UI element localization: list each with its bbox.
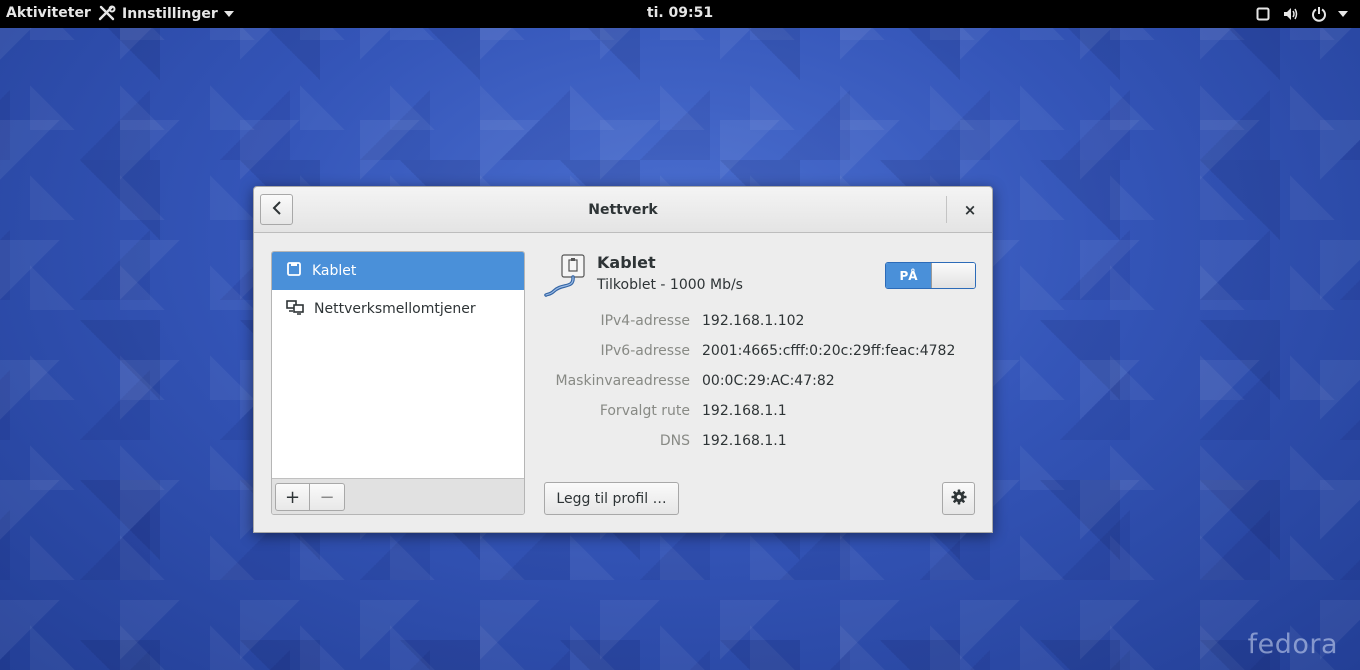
default-route-value: 192.168.1.1 [702, 403, 787, 419]
activities-button[interactable]: Aktiviteter [6, 5, 91, 21]
dns-label: DNS [659, 433, 690, 449]
sidebar-item-wired[interactable]: Kablet [272, 252, 524, 290]
window-icon [1254, 5, 1272, 23]
top-bar: Aktiviteter Innstillinger ti. 09:51 [0, 0, 1360, 28]
device-name: Kablet [597, 253, 656, 272]
tools-icon [98, 5, 116, 23]
list-toolbar: + − [272, 478, 524, 514]
network-window: Nettverk × Kablet Nettverksmellomtjener … [253, 186, 993, 533]
add-profile-button[interactable]: Legg til profil … [544, 482, 679, 515]
app-menu[interactable]: Innstillinger [98, 5, 234, 23]
sidebar-item-label: Nettverksmellomtjener [314, 301, 476, 317]
switch-on-label: PÅ [886, 263, 931, 288]
ipv4-label: IPv4-adresse [600, 313, 690, 329]
app-menu-label: Innstillinger [122, 6, 218, 22]
volume-icon [1282, 5, 1300, 23]
status-menu[interactable] [1254, 5, 1348, 23]
wired-icon [286, 261, 302, 281]
default-route-label: Forvalgt rute [599, 403, 690, 419]
window-title: Nettverk [588, 202, 658, 218]
remove-device-button[interactable]: − [310, 483, 345, 511]
options-button[interactable] [942, 482, 975, 515]
fedora-logo: fedora [1247, 629, 1338, 660]
ipv6-value: 2001:4665:cfff:0:20c:29ff:feac:4782 [702, 343, 956, 359]
ipv6-label: IPv6-adresse [600, 343, 690, 359]
title-bar: Nettverk × [254, 187, 992, 233]
close-button[interactable]: × [958, 198, 982, 222]
chevron-down-icon [223, 11, 234, 17]
gear-icon [951, 489, 967, 509]
ipv4-value: 192.168.1.102 [702, 313, 805, 329]
hardware-address-label: Maskinvareadresse [555, 373, 690, 389]
title-separator [946, 196, 947, 223]
close-icon: × [963, 201, 977, 219]
power-icon [1310, 5, 1328, 23]
device-list: Kablet Nettverksmellomtjener + − [271, 251, 525, 515]
device-status: Tilkoblet - 1000 Mb/s [597, 277, 743, 293]
wired-device-icon [544, 253, 594, 299]
sidebar-item-proxy[interactable]: Nettverksmellomtjener [272, 290, 524, 328]
hardware-address-value: 00:0C:29:AC:47:82 [702, 373, 835, 389]
add-device-button[interactable]: + [275, 483, 310, 511]
dns-value: 192.168.1.1 [702, 433, 787, 449]
switch-knob [931, 263, 975, 288]
proxy-icon [286, 299, 304, 319]
device-toggle-switch[interactable]: PÅ [885, 262, 976, 289]
chevron-down-icon [1338, 11, 1348, 17]
sidebar-item-label: Kablet [312, 263, 357, 279]
clock[interactable]: ti. 09:51 [647, 5, 713, 21]
